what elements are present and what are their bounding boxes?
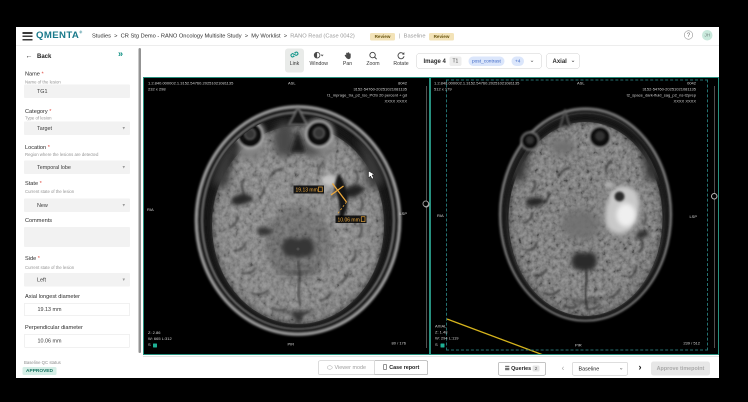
svg-text:10.06 mm: 10.06 mm bbox=[338, 217, 360, 223]
svg-text:19.13 mm: 19.13 mm bbox=[296, 188, 318, 194]
